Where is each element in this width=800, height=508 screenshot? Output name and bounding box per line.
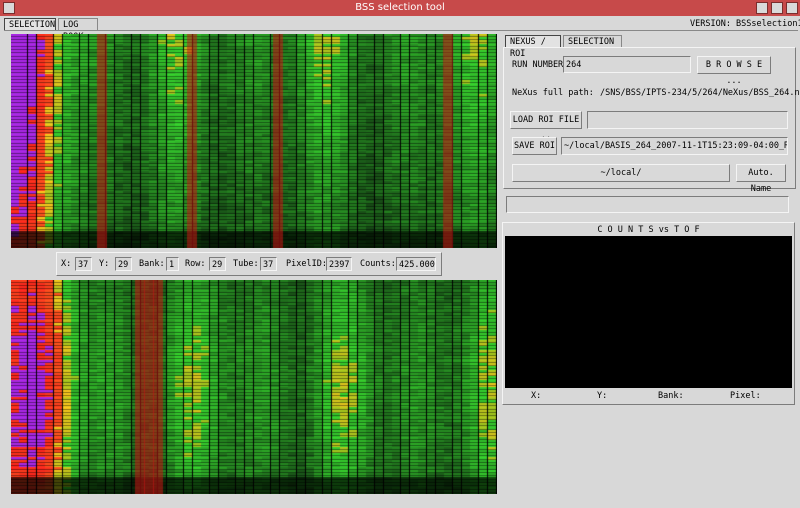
nexus-roi-panel: RUN NUMBER: 264 B R O W S E ... NeXus fu…: [503, 47, 800, 194]
y-value: 29: [115, 257, 132, 271]
pixelid-value: 2397: [326, 257, 352, 271]
bank-label: Bank:: [139, 259, 165, 269]
tab-divider: [4, 30, 798, 31]
y-label: Y:: [99, 259, 110, 269]
folder-button[interactable]: ~/local/: [512, 164, 730, 182]
title-bar: BSS selection tool: [0, 0, 800, 16]
counts-label: Counts:: [360, 259, 396, 269]
nexus-path-label: NeXus full path:: [512, 88, 594, 98]
window-title: BSS selection tool: [355, 2, 445, 13]
load-roi-button[interactable]: LOAD ROI FILE ..: [510, 111, 582, 141]
tab-right-selection-label: SELECTION: [568, 37, 615, 47]
tab-selection-label: SELECTION: [9, 20, 56, 30]
plot-x-label: X:: [531, 391, 542, 401]
save-roi-button[interactable]: SAVE ROI: [512, 137, 557, 155]
auto-name-button[interactable]: Auto. Name: [736, 164, 786, 194]
plot-bank-label: Bank:: [658, 391, 684, 401]
version-label: VERSION: BSSselection1.0.0: [690, 19, 800, 29]
tube-value: 37: [260, 257, 277, 271]
load-roi-input[interactable]: [587, 111, 788, 129]
nexus-path-value: /SNS/BSS/IPTS-234/5/264/NeXus/BSS_264.nx…: [600, 88, 800, 98]
pixelid-label: PixelID:: [286, 259, 327, 269]
counts-value: 425.000: [396, 257, 436, 271]
status-field: [506, 196, 789, 213]
row-label: Row:: [185, 259, 206, 269]
window-menu-icon[interactable]: [3, 2, 15, 14]
row-value: 29: [209, 257, 226, 271]
save-roi-input[interactable]: ~/local/BASIS_264_2007-11-1T15:23:09-04:…: [561, 137, 788, 155]
plot-title: C O U N T S vs T O F: [597, 225, 700, 235]
maximize-icon[interactable]: [771, 2, 783, 14]
run-number-label: RUN NUMBER:: [512, 60, 569, 70]
run-number-input[interactable]: 264: [563, 56, 691, 73]
top-detector-heatmap[interactable]: [11, 34, 497, 248]
tube-label: Tube:: [233, 259, 259, 269]
tof-plot-area[interactable]: [505, 236, 792, 388]
pixel-info-bar: X: 37 Y: 29 Bank: 1 Row: 29 Tube: 37 Pix…: [56, 252, 442, 276]
counts-vs-tof-panel: C O U N T S vs T O F X: Y: Bank: Pixel:: [502, 222, 795, 405]
bank-value: 1: [166, 257, 179, 271]
minimize-icon[interactable]: [756, 2, 768, 14]
bottom-detector-heatmap[interactable]: [11, 280, 497, 494]
x-label: X:: [61, 259, 72, 269]
browse-button[interactable]: B R O W S E ...: [697, 56, 771, 86]
plot-pixel-label: Pixel:: [730, 391, 761, 401]
plot-y-label: Y:: [597, 391, 608, 401]
close-icon[interactable]: [786, 2, 798, 14]
x-value: 37: [75, 257, 92, 271]
